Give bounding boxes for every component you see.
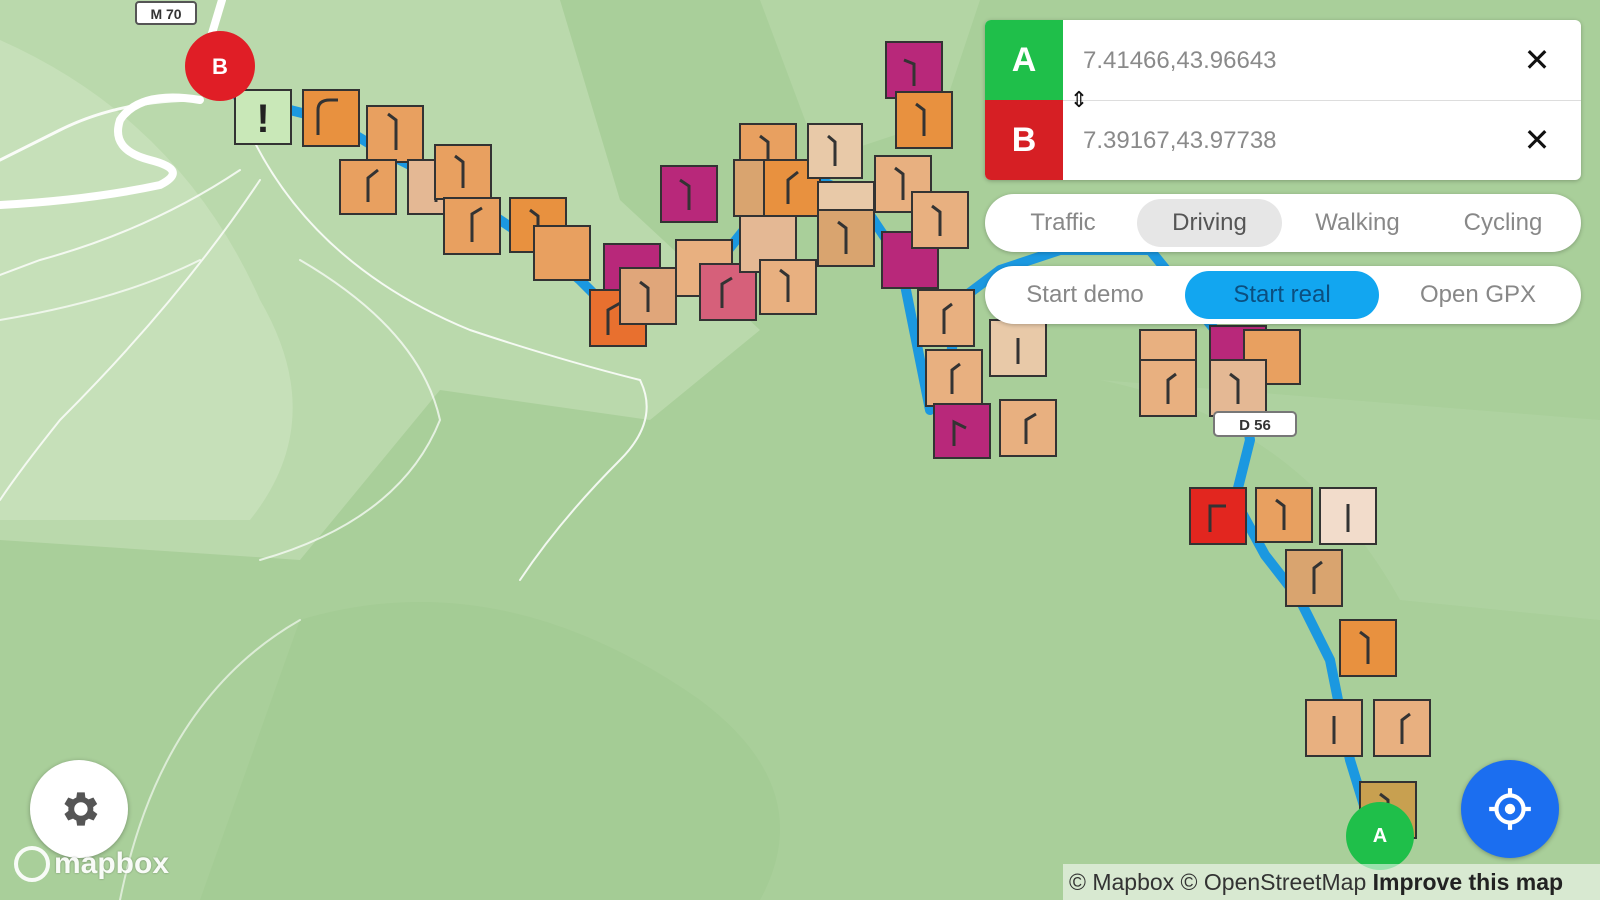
destination-input[interactable] [1081,122,1505,160]
open-gpx-button[interactable]: Open GPX [1385,271,1571,319]
navigation-actions: Start demo Start real Open GPX [985,266,1581,324]
road-shield-d56: D 56 [1213,411,1297,437]
mapbox-logo-icon [14,846,50,882]
traffic-tile [302,89,360,147]
traffic-tile [339,159,397,215]
clear-destination-button[interactable]: ✕ [1519,122,1555,158]
gear-icon [64,792,98,826]
traffic-tile [807,123,863,179]
traffic-tile [1339,619,1397,677]
settings-button[interactable] [30,760,128,858]
traffic-tile [533,225,591,281]
origin-badge: A [985,20,1063,100]
traffic-tile [1189,487,1247,545]
profile-cycling-tab[interactable]: Cycling [1433,199,1573,247]
profile-selector: Traffic Driving Walking Cycling [985,194,1581,252]
traffic-tile [885,41,943,99]
traffic-tile [366,105,424,163]
destination-row: B ✕ [985,100,1581,180]
traffic-tile [1373,699,1431,757]
road-shield-m70: M 70 [135,1,197,25]
traffic-tile: ! [234,89,292,145]
profile-driving-tab[interactable]: Driving [1137,199,1282,247]
crosshair-icon [1489,788,1531,830]
origin-marker[interactable]: A [1346,802,1414,870]
attribution-text[interactable]: © Mapbox © OpenStreetMap [1069,869,1366,895]
traffic-tile [619,267,677,325]
svg-text:B: B [212,54,228,79]
svg-text:!: ! [256,97,269,141]
locate-button[interactable] [1461,760,1559,858]
clear-origin-button[interactable]: ✕ [1519,42,1555,78]
traffic-tile [911,191,969,249]
traffic-tile [1255,487,1313,543]
traffic-tile [1305,699,1363,757]
traffic-tile [817,209,875,267]
traffic-tile [925,349,983,407]
start-real-button[interactable]: Start real [1185,271,1379,319]
traffic-tile [1319,487,1377,545]
profile-traffic-tab[interactable]: Traffic [993,199,1133,247]
traffic-tile [759,259,817,315]
traffic-tile [999,399,1057,457]
mapbox-logo[interactable]: mapbox [14,846,169,882]
swap-icon[interactable]: ⇕ [1069,88,1089,112]
traffic-tile [917,289,975,347]
svg-text:A: A [1373,825,1387,847]
origin-input[interactable] [1081,42,1505,80]
traffic-tile [660,165,718,223]
destination-marker[interactable]: B [185,31,255,101]
traffic-tile [1139,359,1197,417]
svg-text:M 70: M 70 [150,6,181,22]
mapbox-logo-text: mapbox [54,847,170,880]
profile-walking-tab[interactable]: Walking [1285,199,1430,247]
start-demo-button[interactable]: Start demo [995,271,1175,319]
attribution: © Mapbox © OpenStreetMap Improve this ma… [1063,864,1600,900]
destination-badge: B [985,100,1063,180]
traffic-tile [895,91,953,149]
traffic-tile [817,181,875,211]
svg-text:D 56: D 56 [1239,417,1271,434]
traffic-tile [443,197,501,255]
traffic-tile [434,144,492,200]
traffic-tile [933,403,991,459]
directions-panel: A ✕ B ✕ ⇕ [985,20,1581,180]
traffic-tile [1285,549,1343,607]
traffic-tile [1209,359,1267,417]
traffic-tile [989,319,1047,377]
improve-map-link[interactable]: Improve this map [1373,869,1563,895]
